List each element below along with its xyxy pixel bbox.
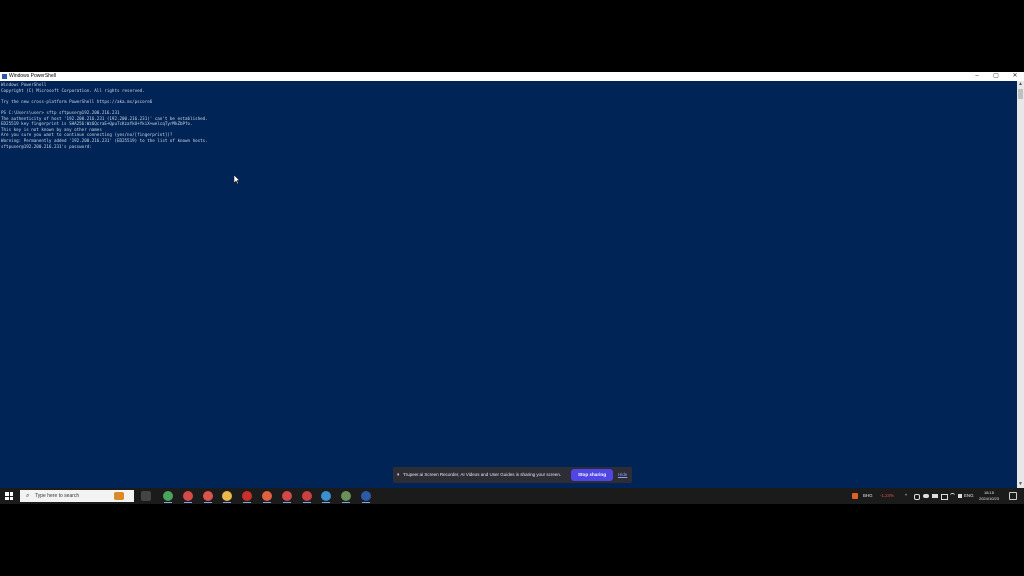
taskbar-clock[interactable]: 18:15 2024/10/23 — [978, 490, 1000, 501]
chrome-profile-icon[interactable] — [202, 491, 213, 501]
hide-link[interactable]: Hide — [618, 467, 627, 483]
sharing-message: Trupeer.ai Screen Recorder, AI Videos an… — [403, 472, 562, 477]
windows-start-icon[interactable] — [5, 492, 13, 500]
wifi-icon[interactable] — [950, 493, 955, 499]
cloud-icon[interactable] — [923, 494, 929, 498]
volume-icon[interactable] — [958, 494, 962, 498]
stock-ticker[interactable]: BHG — [863, 488, 873, 504]
running-app-indicator — [342, 502, 351, 503]
app-red-2-icon[interactable] — [262, 491, 272, 501]
running-app-indicator — [243, 502, 252, 503]
stock-change: -1.24% — [880, 493, 894, 498]
running-app-indicator — [362, 502, 370, 503]
title-bar[interactable]: Windows PowerShell – ▢ ✕ — [0, 72, 1024, 81]
search-highlight-icon — [114, 492, 124, 500]
running-app-indicator — [223, 502, 232, 503]
search-icon: ⌕ — [26, 493, 30, 499]
console-output[interactable]: Windows PowerShell Copyright (C) Microsof… — [1, 82, 1013, 486]
minimize-button[interactable]: – — [968, 72, 986, 81]
taskbar-search-box[interactable]: ⌕ Type here to search — [20, 490, 134, 502]
running-app-indicator — [183, 502, 192, 503]
running-app-indicator — [263, 502, 271, 503]
taskbar: ⌕ Type here to search BHG -1.24% ^ ENG 1… — [0, 488, 1024, 504]
vertical-scrollbar[interactable]: ▲ ▼ — [1017, 81, 1024, 488]
scroll-up-arrow-icon[interactable]: ▲ — [1017, 81, 1024, 88]
photos-icon[interactable] — [341, 491, 352, 501]
language-indicator[interactable]: ENG — [964, 488, 974, 504]
console-line: sftpuser@192.200.216.231's password: — [1, 143, 92, 149]
network-app-icon[interactable] — [321, 491, 332, 501]
task-view-icon[interactable] — [141, 491, 151, 501]
onedrive-icon[interactable] — [932, 494, 938, 498]
file-explorer-icon[interactable] — [222, 491, 233, 501]
clock-date: 2024/10/23 — [978, 495, 1000, 501]
app-red-4-icon[interactable] — [301, 491, 312, 501]
tray-overflow-chevron-icon[interactable]: ^ — [905, 488, 907, 504]
acrobat-icon[interactable] — [242, 491, 253, 501]
running-app-indicator — [302, 502, 311, 503]
mouse-cursor-icon — [234, 175, 240, 184]
red-app-icon[interactable] — [182, 491, 193, 501]
running-app-indicator — [164, 502, 172, 503]
running-app-indicator — [282, 502, 291, 503]
screen-sharing-bar: ⏸ Trupeer.ai Screen Recorder, AI Videos … — [393, 467, 632, 483]
close-button[interactable]: ✕ — [1006, 72, 1024, 81]
chrome-icon[interactable] — [163, 491, 173, 501]
scroll-down-arrow-icon[interactable]: ▼ — [1017, 481, 1024, 488]
running-app-indicator — [322, 502, 331, 503]
search-placeholder: Type here to search — [35, 493, 80, 499]
app-red-3-icon[interactable] — [281, 491, 292, 501]
stop-sharing-button[interactable]: Stop sharing — [571, 469, 613, 481]
maximize-button[interactable]: ▢ — [987, 72, 1005, 81]
stock-icon[interactable] — [852, 493, 858, 499]
window-title: Windows PowerShell — [9, 73, 56, 79]
powershell-icon[interactable] — [361, 491, 371, 501]
running-app-indicator — [203, 502, 212, 503]
battery-icon[interactable] — [941, 494, 948, 500]
powershell-icon — [2, 74, 7, 79]
meet-now-icon[interactable] — [914, 494, 920, 500]
powershell-window[interactable]: Windows PowerShell – ▢ ✕ Windows PowerSh… — [0, 72, 1024, 488]
scrollbar-thumb[interactable] — [1018, 89, 1023, 99]
notification-center-icon[interactable] — [1009, 492, 1017, 500]
pause-icon[interactable]: ⏸ — [397, 472, 401, 478]
